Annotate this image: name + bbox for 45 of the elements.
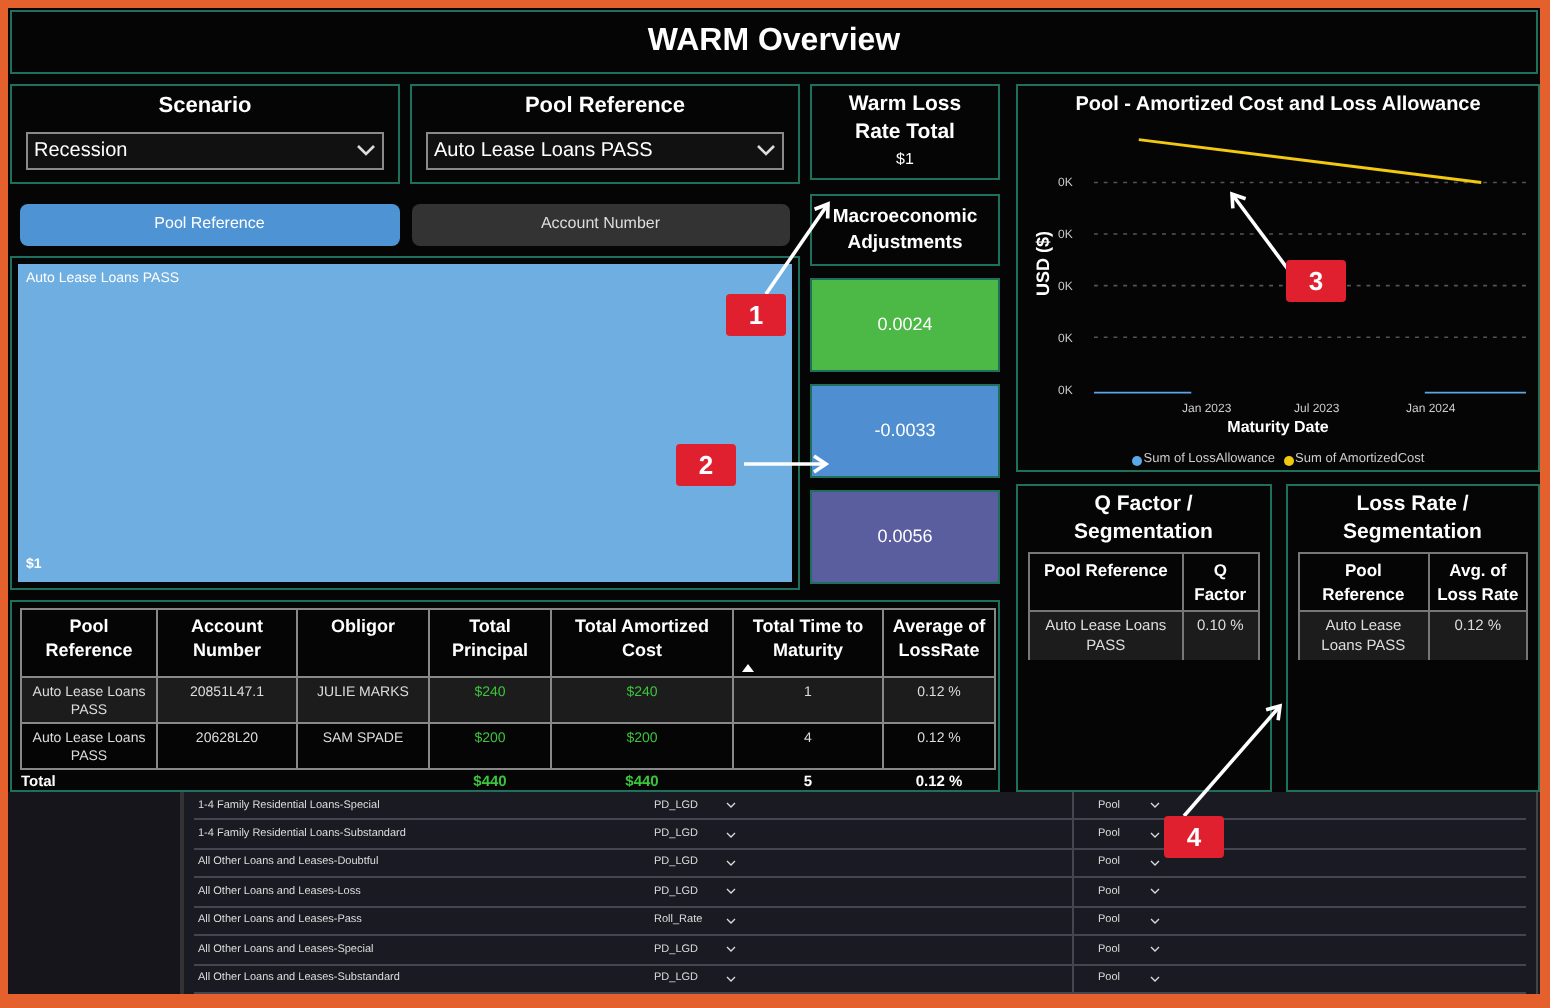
card-title: Q Factor / Segmentation: [1072, 490, 1215, 546]
kpi-title: Warm Loss Rate Total: [846, 90, 964, 146]
chevron-down-icon[interactable]: [726, 829, 736, 840]
chevron-down-icon[interactable]: [1150, 944, 1160, 955]
callout-badge: 4: [1164, 816, 1224, 858]
column-header[interactable]: Pool Reference: [21, 609, 157, 677]
dropdown[interactable]: Recession: [26, 131, 384, 169]
chevron-down-icon[interactable]: [756, 140, 776, 160]
chevron-down-icon[interactable]: [1150, 829, 1160, 840]
card-title: Loss Rate / Segmentation: [1341, 490, 1484, 546]
view-tab[interactable]: Account Number: [411, 203, 790, 246]
callout-arrow: [744, 454, 830, 474]
filter-title: Pool Reference: [524, 92, 686, 122]
callout-arrow: [764, 201, 830, 296]
callout-badge: 2: [676, 444, 736, 486]
chevron-down-icon[interactable]: [726, 858, 736, 869]
callout-arrow: [1230, 191, 1292, 274]
callout-arrow: [1182, 703, 1283, 818]
chevron-down-icon[interactable]: [726, 973, 736, 984]
chart-title: Pool - Amortized Cost and Loss Allowance: [1075, 92, 1481, 120]
chevron-down-icon[interactable]: [726, 944, 736, 955]
chevron-down-icon[interactable]: [726, 915, 736, 926]
column-header: Pool Reference: [1298, 553, 1429, 611]
sort-ascending-icon: [742, 664, 754, 672]
dropdown[interactable]: Auto Lease Loans PASS: [426, 131, 784, 169]
filter-title: Scenario: [158, 92, 252, 122]
kpi-value: $1: [896, 148, 914, 172]
axis-title: USD ($): [1030, 231, 1055, 297]
tile-value: 0.0056: [877, 523, 933, 550]
page-title: WARM Overview: [647, 22, 901, 62]
tile-value: 0.0024: [877, 311, 933, 338]
chevron-down-icon[interactable]: [1150, 973, 1160, 984]
chevron-down-icon[interactable]: [1150, 858, 1160, 869]
chevron-down-icon[interactable]: [726, 886, 736, 897]
column-header: Pool Reference: [1029, 553, 1183, 611]
chevron-down-icon[interactable]: [356, 140, 376, 160]
chevron-down-icon[interactable]: [1150, 886, 1160, 897]
tile-value: -0.0033: [874, 417, 936, 444]
section-title: Macroeconomic Adjustments: [830, 204, 980, 256]
callout-badge: 3: [1286, 260, 1346, 302]
chevron-down-icon[interactable]: [1150, 800, 1160, 811]
axis-title: Maturity Date: [1227, 418, 1329, 439]
chevron-down-icon[interactable]: [1150, 915, 1160, 926]
chevron-down-icon[interactable]: [726, 800, 736, 811]
callout-badge: 1: [726, 294, 786, 336]
